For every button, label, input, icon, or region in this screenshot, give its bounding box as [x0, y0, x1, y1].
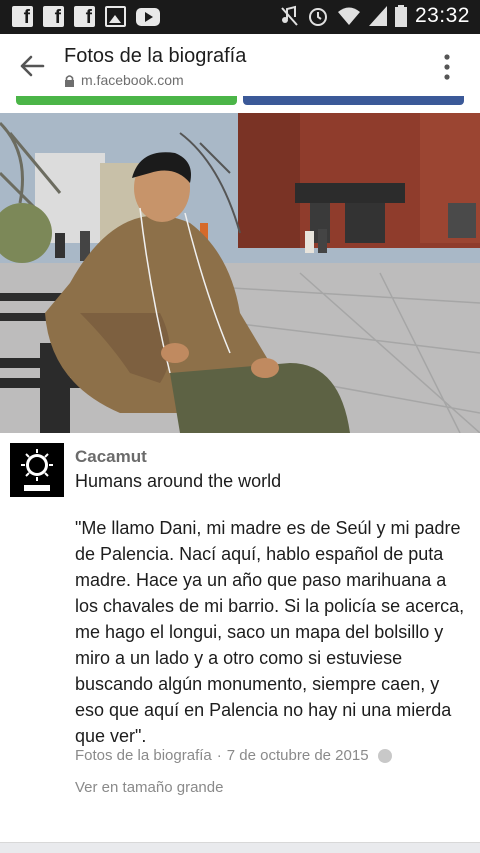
- youtube-icon: [136, 8, 160, 26]
- image-icon: [105, 6, 126, 27]
- photo-illustration: [0, 113, 480, 433]
- notification-icons: f f f: [12, 6, 160, 28]
- page-url: m.facebook.com: [81, 72, 184, 88]
- sun-logo-icon: [10, 443, 64, 497]
- post-headline: Humans around the world: [75, 471, 282, 491]
- facebook-icon: f: [43, 6, 64, 28]
- post-photo[interactable]: [0, 113, 480, 433]
- back-arrow-icon[interactable]: [18, 52, 46, 80]
- status-bar: f f f 23:32: [0, 0, 480, 34]
- signal-icon: [368, 6, 387, 26]
- facebook-icon: f: [12, 6, 33, 28]
- globe-icon: [377, 748, 392, 763]
- meta-separator: ·: [216, 747, 222, 764]
- post-date[interactable]: 7 de octubre de 2015: [227, 747, 369, 764]
- lock-icon: [65, 74, 74, 87]
- view-large-link[interactable]: Ver en tamaño grande: [75, 779, 223, 796]
- mute-icon: [281, 5, 298, 26]
- page-title: Fotos de la biografía: [64, 45, 247, 67]
- battery-icon: [394, 5, 407, 27]
- post-author[interactable]: Cacamut: [75, 447, 147, 467]
- bottom-divider: [0, 842, 480, 853]
- system-icons: 23:32: [281, 4, 470, 28]
- app-bar: Fotos de la biografía m.facebook.com: [0, 34, 480, 96]
- author-avatar[interactable]: [10, 443, 64, 497]
- post-meta: Fotos de la biografía · 7 de octubre de …: [75, 747, 392, 764]
- wifi-icon: [337, 7, 360, 25]
- overflow-menu-icon[interactable]: [444, 54, 450, 80]
- clock: 23:32: [414, 4, 470, 27]
- post-body: "Me llamo Dani, mi madre es de Seúl y mi…: [75, 518, 465, 746]
- facebook-icon: f: [74, 6, 95, 28]
- url-row: m.facebook.com: [64, 72, 184, 88]
- blue-action-button[interactable]: [243, 96, 464, 105]
- alarm-icon: [308, 8, 327, 26]
- album-link[interactable]: Fotos de la biografía: [75, 747, 212, 764]
- green-action-button[interactable]: [16, 96, 237, 105]
